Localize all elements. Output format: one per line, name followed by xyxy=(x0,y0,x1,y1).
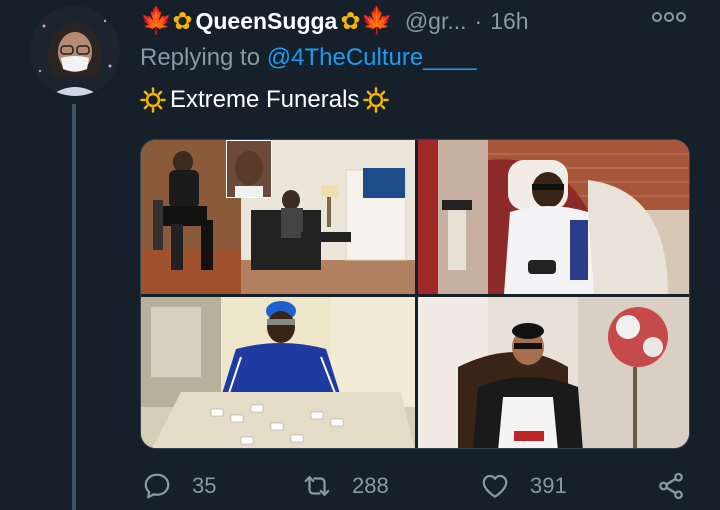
separator: · xyxy=(474,7,483,34)
reply-count: 35 xyxy=(192,473,217,498)
media-image-3[interactable] xyxy=(141,297,415,448)
media-image-2[interactable] xyxy=(418,140,689,294)
replying-prefix: Replying to xyxy=(140,44,261,71)
timestamp[interactable]: 16h xyxy=(490,8,528,35)
retweet-button[interactable]: 288 xyxy=(302,471,389,501)
action-bar: 35 288 391 xyxy=(140,466,700,506)
replying-to-link[interactable]: @4TheCulture____ xyxy=(267,44,477,71)
retweet-icon xyxy=(304,476,330,496)
share-button[interactable] xyxy=(656,471,706,501)
media-image-1[interactable] xyxy=(141,140,415,294)
sun-icon xyxy=(140,87,166,113)
user-handle[interactable]: @gr... xyxy=(405,8,467,35)
reply-icon xyxy=(144,473,170,499)
replying-to: Replying to @4TheCulture____ xyxy=(140,44,477,72)
tweet-body: Extreme Funerals xyxy=(170,86,360,113)
share-icon xyxy=(659,472,683,500)
media-image-4[interactable] xyxy=(418,297,689,448)
retweet-count: 288 xyxy=(352,473,389,498)
sun-icon xyxy=(363,87,390,113)
avatar[interactable] xyxy=(30,6,120,96)
display-name[interactable]: QueenSugga xyxy=(195,8,337,35)
maple-leaf-icon: 🍁 xyxy=(140,6,173,36)
like-icon xyxy=(482,474,508,498)
media-grid[interactable] xyxy=(140,139,690,449)
tweet-text: Extreme Funerals xyxy=(140,86,390,114)
reply-button[interactable]: 35 xyxy=(142,471,216,501)
thread-line xyxy=(72,104,76,510)
maple-leaf-icon: 🍁 xyxy=(360,6,393,36)
sunflower-icon: ✿ xyxy=(340,7,361,35)
tweet-header: 🍁 ✿ QueenSugga ✿ 🍁 @gr... · 16h xyxy=(140,4,700,38)
like-count: 391 xyxy=(530,473,567,498)
sunflower-icon: ✿ xyxy=(172,7,193,35)
more-icon[interactable] xyxy=(652,12,686,22)
like-button[interactable]: 391 xyxy=(480,471,567,501)
